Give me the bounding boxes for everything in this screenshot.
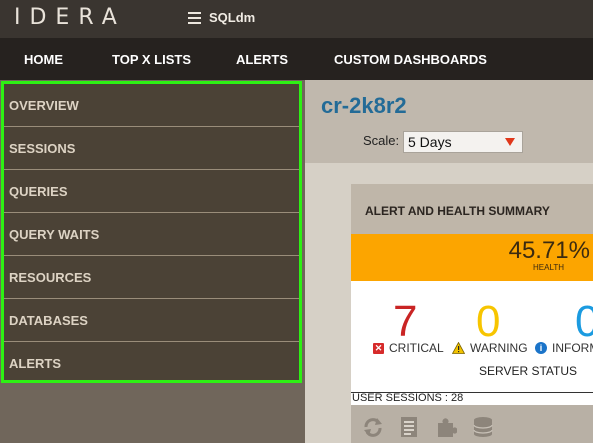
server-header: cr-2k8r2 Scale: 5 Days xyxy=(305,80,593,163)
nav-alerts[interactable]: ALERTS xyxy=(236,52,288,67)
warning-count[interactable]: 0 xyxy=(476,297,500,347)
sidebar-item-sessions[interactable]: SESSIONS xyxy=(4,127,299,170)
refresh-icon[interactable] xyxy=(362,415,384,439)
sidebar-item-overview[interactable]: OVERVIEW xyxy=(4,84,299,127)
health-band: 45.71% HEALTH xyxy=(351,234,593,281)
hamburger-icon[interactable] xyxy=(188,12,201,24)
health-label: HEALTH xyxy=(533,263,564,272)
warning-icon xyxy=(452,342,465,354)
nav-top-x-lists[interactable]: TOP X LISTS xyxy=(112,52,191,67)
main-content: cr-2k8r2 Scale: 5 Days ALERT AND HEALTH … xyxy=(305,80,593,443)
database-icon[interactable] xyxy=(472,415,494,439)
info-count[interactable]: 0 xyxy=(575,297,593,347)
logo-text: IDERA xyxy=(14,5,126,30)
server-status-label: SERVER STATUS xyxy=(479,364,578,378)
critical-icon: ✕ xyxy=(373,342,384,354)
sidebar-item-resources[interactable]: RESOURCES xyxy=(4,256,299,299)
critical-count[interactable]: 7 xyxy=(393,297,417,347)
warning-label: WARNING xyxy=(470,341,528,355)
card-toolbar xyxy=(351,405,593,443)
sidebar-item-alerts[interactable]: ALERTS xyxy=(4,342,299,385)
user-sessions: USER SESSIONS : 28 xyxy=(352,392,464,404)
sidebar-menu: OVERVIEW SESSIONS QUERIES QUERY WAITS RE… xyxy=(1,81,302,383)
critical-label: CRITICAL xyxy=(389,341,444,355)
left-panel: OVERVIEW SESSIONS QUERIES QUERY WAITS RE… xyxy=(0,80,305,443)
app-name[interactable]: SQLdm xyxy=(209,10,255,25)
dropdown-arrow-icon xyxy=(505,138,515,146)
nav-home[interactable]: HOME xyxy=(24,52,63,67)
server-title: cr-2k8r2 xyxy=(321,93,407,118)
scale-label: Scale: xyxy=(363,133,400,148)
puzzle-icon[interactable] xyxy=(435,415,457,439)
card-header: ALERT AND HEALTH SUMMARY xyxy=(351,184,593,234)
sidebar-item-queries[interactable]: QUERIES xyxy=(4,170,299,213)
info-status: i INFORM xyxy=(535,341,593,355)
scale-select[interactable]: 5 Days xyxy=(403,131,523,153)
health-percent: 45.71% xyxy=(508,237,590,264)
document-icon[interactable] xyxy=(398,415,420,439)
idera-logo[interactable]: IDERA xyxy=(14,5,126,30)
warning-status: WARNING xyxy=(452,341,528,355)
sidebar-item-databases[interactable]: DATABASES xyxy=(4,299,299,342)
info-icon: i xyxy=(535,342,547,354)
info-label: INFORM xyxy=(552,341,593,355)
sidebar-item-query-waits[interactable]: QUERY WAITS xyxy=(4,213,299,256)
nav-custom-dashboards[interactable]: CUSTOM DASHBOARDS xyxy=(334,52,487,67)
card-title: ALERT AND HEALTH SUMMARY xyxy=(365,204,550,218)
scale-value: 5 Days xyxy=(408,134,452,150)
top-bar: IDERA SQLdm xyxy=(0,0,593,38)
critical-status: ✕ CRITICAL xyxy=(373,341,444,355)
main-nav: HOME TOP X LISTS ALERTS CUSTOM DASHBOARD… xyxy=(0,38,593,80)
